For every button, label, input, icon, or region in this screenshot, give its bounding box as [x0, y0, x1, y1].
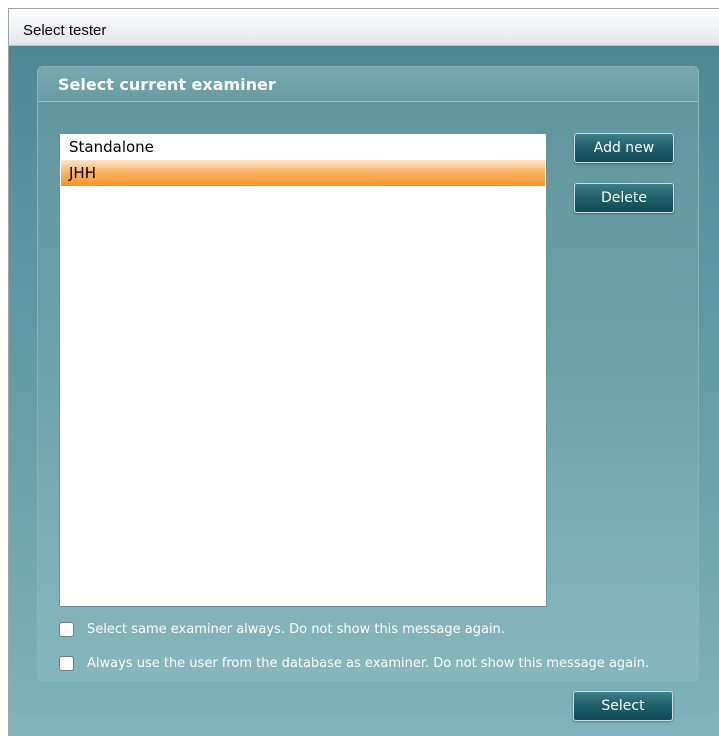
same-examiner-checkbox[interactable]	[59, 622, 74, 637]
same-examiner-label[interactable]: Select same examiner always. Do not show…	[87, 621, 505, 639]
delete-button[interactable]: Delete	[574, 183, 674, 213]
list-item-standalone[interactable]: Standalone	[61, 134, 545, 160]
panel-title: Select current examiner	[58, 75, 276, 94]
select-tester-dialog: Select tester Select current examiner St…	[8, 8, 719, 736]
list-item-jhh[interactable]: JHH	[61, 160, 545, 186]
database-user-checkbox[interactable]	[59, 656, 74, 671]
examiner-list[interactable]: Standalone JHH	[59, 133, 547, 607]
select-button[interactable]: Select	[573, 691, 673, 721]
panel-header: Select current examiner	[38, 67, 698, 102]
title-bar: Select tester	[9, 9, 719, 46]
examiner-panel: Select current examiner Standalone JHH A…	[37, 66, 699, 682]
add-new-button[interactable]: Add new	[574, 133, 674, 163]
window-title: Select tester	[23, 22, 107, 39]
database-user-label[interactable]: Always use the user from the database as…	[87, 655, 649, 673]
